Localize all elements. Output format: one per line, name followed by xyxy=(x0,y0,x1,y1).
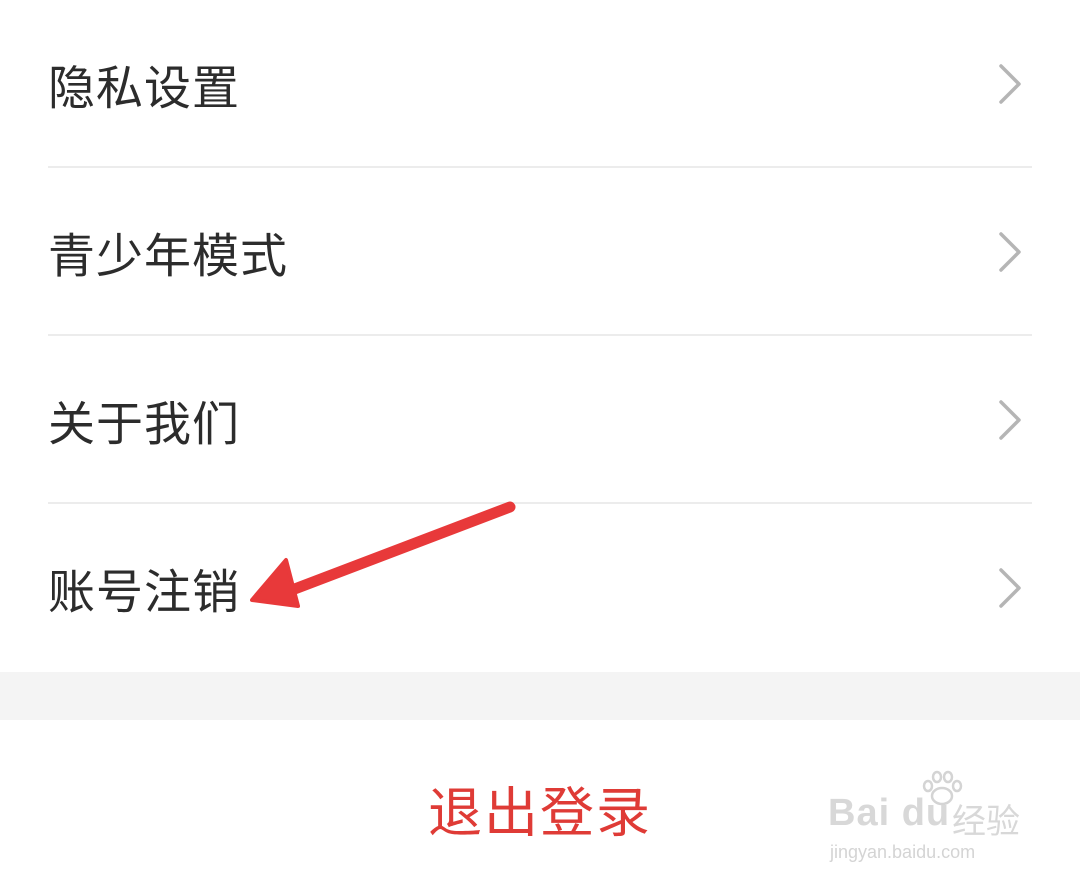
menu-item-label: 账号注销 xyxy=(48,565,240,621)
menu-item-about-us[interactable]: 关于我们 xyxy=(0,336,1080,504)
logout-label: 退出登录 xyxy=(428,781,652,845)
settings-menu: 隐私设置 青少年模式 关于我们 账号注销 xyxy=(0,0,1080,672)
chevron-right-icon xyxy=(999,232,1021,272)
menu-item-label: 隐私设置 xyxy=(48,61,240,117)
menu-item-label: 关于我们 xyxy=(48,397,240,453)
section-gap xyxy=(0,672,1080,720)
chevron-right-icon xyxy=(999,568,1021,608)
menu-item-privacy-settings[interactable]: 隐私设置 xyxy=(0,0,1080,168)
baidu-jingyan-watermark: Bai du 经验 jingyan.baidu.com xyxy=(828,770,1028,870)
chevron-right-icon xyxy=(999,64,1021,104)
watermark-product: 经验 xyxy=(952,802,1020,842)
chevron-right-icon xyxy=(999,400,1021,440)
menu-item-teen-mode[interactable]: 青少年模式 xyxy=(0,168,1080,336)
watermark-url: jingyan.baidu.com xyxy=(830,842,976,862)
watermark-logo: Bai du xyxy=(828,792,951,834)
settings-screen: 隐私设置 青少年模式 关于我们 账号注销 退出登录 Bai du 经验 jing… xyxy=(0,0,1080,888)
menu-item-label: 青少年模式 xyxy=(48,229,288,285)
menu-item-account-cancellation[interactable]: 账号注销 xyxy=(0,504,1080,672)
